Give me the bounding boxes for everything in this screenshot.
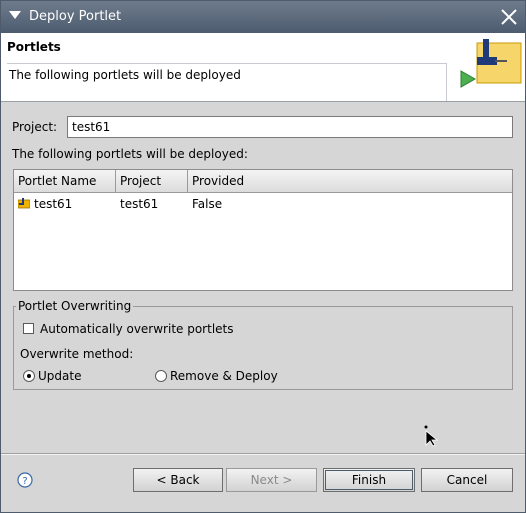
radio-remove-deploy[interactable] xyxy=(155,370,167,382)
radio-update-label[interactable]: Update xyxy=(38,369,81,383)
next-button[interactable]: Next > xyxy=(226,468,317,492)
portlet-icon xyxy=(18,198,30,209)
overwrite-method-label: Overwrite method: xyxy=(20,347,134,361)
radio-update[interactable] xyxy=(23,370,35,382)
column-header-portlet-name[interactable]: Portlet Name xyxy=(14,170,116,192)
auto-overwrite-label[interactable]: Automatically overwrite portlets xyxy=(40,322,234,336)
column-header-provided[interactable]: Provided xyxy=(188,170,512,192)
svg-text:?: ? xyxy=(22,476,27,487)
finish-button[interactable]: Finish xyxy=(323,468,415,492)
radio-remove-deploy-label[interactable]: Remove & Deploy xyxy=(170,369,278,383)
portlets-list-label: The following portlets will be deployed: xyxy=(12,147,248,161)
table-header: Portlet Name Project Provided xyxy=(14,170,512,193)
cell-provided: False xyxy=(192,197,223,211)
banner-title: Portlets xyxy=(7,40,61,54)
wizard-banner: Portlets The following portlets will be … xyxy=(1,33,525,102)
window-menu-icon[interactable] xyxy=(9,11,21,19)
close-icon[interactable] xyxy=(499,7,519,27)
project-input[interactable] xyxy=(67,116,513,138)
table-row[interactable]: test61 test61 False xyxy=(14,194,512,214)
group-legend: Portlet Overwriting xyxy=(16,299,134,313)
window-title: Deploy Portlet xyxy=(29,9,122,24)
project-label: Project: xyxy=(12,120,58,134)
back-button[interactable]: < Back xyxy=(133,468,223,492)
portlet-overwriting-group: Portlet Overwriting Automatically overwr… xyxy=(13,299,513,390)
cell-project: test61 xyxy=(120,197,159,211)
cell-portlet-name: test61 xyxy=(34,197,73,211)
banner-message: The following portlets will be deployed xyxy=(7,63,447,101)
mouse-cursor-icon xyxy=(424,425,439,447)
title-bar[interactable]: Deploy Portlet xyxy=(1,1,525,33)
portlet-deploy-icon xyxy=(460,39,522,88)
help-icon[interactable]: ? xyxy=(17,472,33,488)
column-header-project[interactable]: Project xyxy=(116,170,188,192)
button-bar-separator xyxy=(1,453,525,455)
auto-overwrite-checkbox[interactable] xyxy=(23,323,34,334)
cancel-button[interactable]: Cancel xyxy=(421,468,513,492)
portlets-table[interactable]: Portlet Name Project Provided test61 tes… xyxy=(13,169,513,291)
deploy-portlet-dialog: Deploy Portlet Portlets The following po… xyxy=(0,0,526,513)
